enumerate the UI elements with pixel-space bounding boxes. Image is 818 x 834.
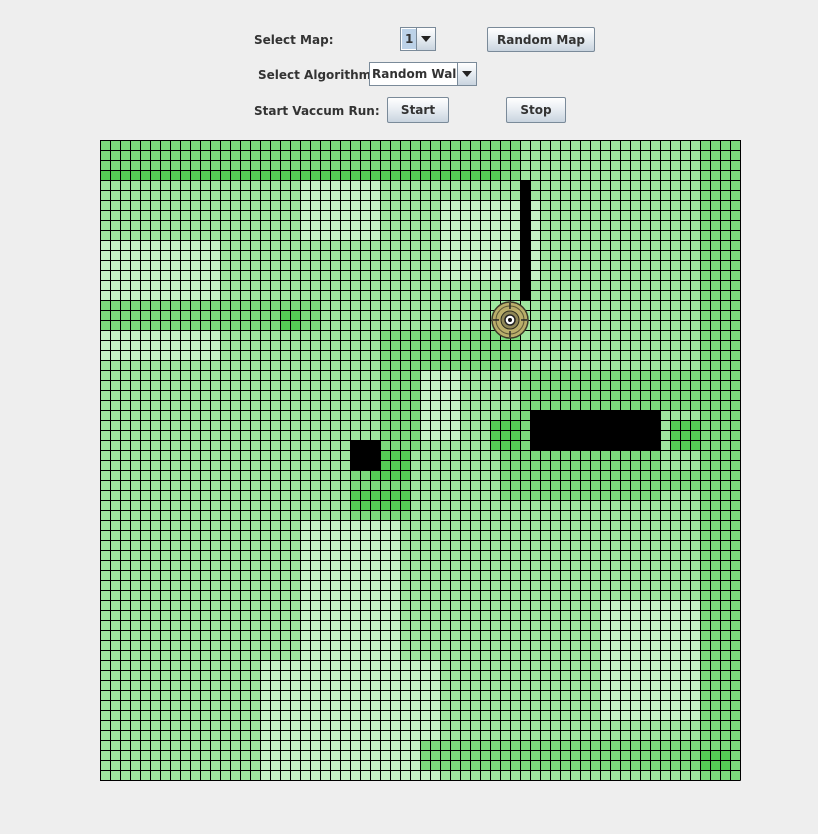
heavily-cleaned-area [490, 420, 520, 450]
heavily-cleaned-area [670, 420, 700, 450]
vacuum-robot-icon [491, 301, 529, 339]
algorithm-select-value: Random Walk [372, 67, 465, 81]
map-select-value: 1 [402, 29, 417, 49]
vacuum-grid-map[interactable] [100, 140, 741, 781]
start-run-label: Start Vaccum Run: [254, 104, 380, 118]
map-select-chevron-down-icon[interactable] [416, 27, 436, 51]
algorithm-select-chevron-down-icon[interactable] [457, 62, 477, 86]
obstacle [350, 440, 380, 470]
algorithm-select[interactable]: Random Walk [369, 62, 477, 86]
stop-button[interactable]: Stop [506, 97, 566, 123]
select-algorithm-label: Select Algorithm: [258, 68, 376, 82]
random-map-button[interactable]: Random Map [487, 27, 595, 52]
select-map-label: Select Map: [254, 33, 334, 47]
start-button[interactable]: Start [387, 97, 449, 123]
map-select[interactable]: 1 [400, 27, 436, 51]
